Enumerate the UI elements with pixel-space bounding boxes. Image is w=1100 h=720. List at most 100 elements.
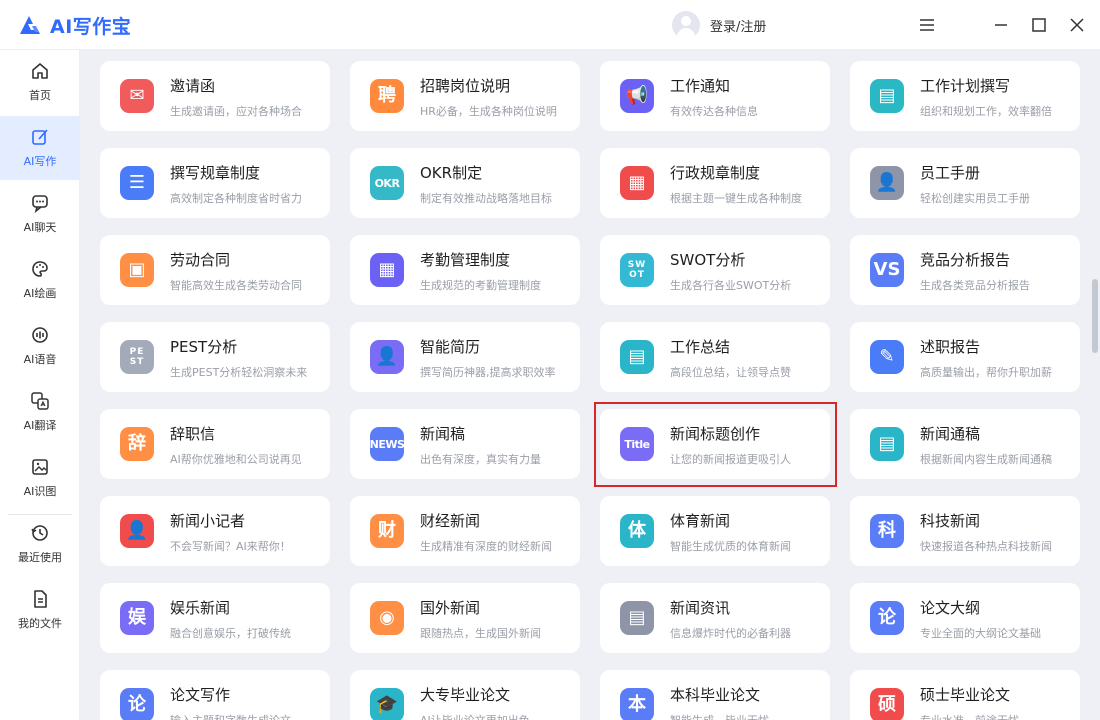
template-card[interactable]: 本 本科毕业论文智能生成，毕业无忧 [600,670,830,720]
nav-label: AI聊天 [23,221,57,234]
card-title: PEST分析 [170,338,238,356]
nav-item-ai-painting[interactable]: AI绘画 [0,248,80,312]
nav-item-ai-image[interactable]: AI识图 [0,446,80,510]
template-card[interactable]: 硕 硕士毕业论文专业水准，前途无忧 [850,670,1080,720]
template-card[interactable]: 👤 新闻小记者 不会写新闻？AI来帮你！ [100,496,330,566]
nav-item-ai-writing[interactable]: AI写作 [0,116,80,180]
card-description: 根据主题一键生成各种制度 [670,192,802,205]
app-logo: AI写作宝 [18,12,131,38]
icon-glyph: 财 [378,520,396,541]
translate-icon [31,392,49,410]
template-card[interactable]: 🎓 大专毕业论文 AI让毕业论文更加出色 [350,670,580,720]
template-card[interactable]: ▤ 新闻资讯 信息爆炸时代的必备利器 [600,583,830,653]
template-card[interactable]: ▤ 工作计划撰写 组织和规划工作，效率翻倍 [850,61,1080,131]
card-title: 行政规章制度 [670,164,761,182]
template-card[interactable]: ☰ 撰写规章制度 高效制定各种制度省时省力 [100,148,330,218]
template-card[interactable]: ▣ 劳动合同 智能高效生成各类劳动合同 [100,235,330,305]
card-title: 智能简历 [420,338,481,356]
nav-item-ai-voice[interactable]: AI语音 [0,314,80,378]
template-card[interactable]: ▦ 考勤管理制度 生成规范的考勤管理制度 [350,235,580,305]
template-card[interactable]: 体 体育新闻 智能生成优质的体育新闻 [600,496,830,566]
reporter-icon: 👤 [120,514,154,548]
card-description: AI让毕业论文更加出色 [420,712,572,720]
icon-glyph: Title [624,437,650,451]
template-card[interactable]: VS 竞品分析报告 生成各类竞品分析报告 [850,235,1080,305]
card-title: 新闻资讯 [670,599,731,617]
icon-glyph: 👤 [375,346,399,367]
info-icon: ▤ [620,601,654,635]
minimize-button[interactable] [989,13,1013,37]
template-card[interactable]: ▦ 行政规章制度根据主题一键生成各种制度 [600,148,830,218]
card-title: 工作总结 [670,338,731,356]
template-card[interactable]: ✎ 述职报告 高质量输出，帮你升职加薪 [850,322,1080,392]
template-card[interactable]: 辞 辞职信 AI帮你优雅地和公司说再见 [100,409,330,479]
nav-item-home[interactable]: 首页 [0,50,80,114]
template-card[interactable]: ▤ 工作总结 高段位总结，让领导点赞 [600,322,830,392]
entertainment-icon: 娱 [120,601,154,635]
card-description: 快速报道各种热点科技新闻 [920,540,1052,553]
scrollbar-thumb[interactable] [1092,279,1098,353]
card-description: 生成各行各业SWOT分析 [670,279,792,292]
template-card[interactable]: ✉ 邀请函 生成邀请函，应对各种场合 [100,61,330,131]
template-card[interactable]: 📢 工作通知 有效传达各种信息 [600,61,830,131]
close-button[interactable] [1065,13,1089,37]
template-card[interactable]: 财 财经新闻 生成精准有深度的财经新闻 [350,496,580,566]
card-description: 跟随热点，生成国外新闻 [420,627,541,640]
template-card[interactable]: PE ST PEST分析 生成PEST分析轻松洞察未来 [100,322,330,392]
card-title: 工作通知 [670,77,731,95]
card-title: 论文大纲 [920,599,981,617]
template-card[interactable]: Title 新闻标题创作 让您的新闻报道更吸引人 [600,409,830,479]
card-description: 生成邀请函，应对各种场合 [170,105,302,118]
scrollbar[interactable] [1090,51,1100,720]
icon-glyph: ✎ [879,346,895,367]
template-card[interactable]: 科 科技新闻 快速报道各种热点科技新闻 [850,496,1080,566]
maximize-button[interactable] [1027,13,1051,37]
card-description: HR必备，生成各种岗位说明 [420,105,557,118]
card-description: 有效传达各种信息 [670,105,758,118]
icon-glyph: ▤ [878,433,896,454]
icon-glyph: ✉ [129,85,145,106]
globe-icon: ◉ [370,601,404,635]
card-description: 融合创意娱乐，打破传统 [170,627,291,640]
nav-item-ai-translate[interactable]: AI翻译 [0,380,80,444]
card-description: 智能高效生成各类劳动合同 [170,279,302,292]
template-card[interactable]: 论 论文写作输入主题和字数生成论文 [100,670,330,720]
nav-item-my-files[interactable]: 我的文件 [0,578,80,642]
template-grid: ✉ 邀请函 生成邀请函，应对各种场合 聘 招聘岗位说明 HR必备，生成各种岗位说明 📢 工作通… [81,51,1088,720]
template-card[interactable]: ▤ 新闻通稿 根据新闻内容生成新闻通稿 [850,409,1080,479]
recruit-icon: 聘 [370,79,404,113]
template-card[interactable]: 论 论文大纲 专业全面的大纲论文基础 [850,583,1080,653]
nav-label: 首页 [29,89,51,102]
card-title: 工作计划撰写 [920,77,1011,95]
card-title: 劳动合同 [170,251,231,269]
icon-glyph: ▤ [628,346,646,367]
card-description: 高质量输出，帮你升职加薪 [920,366,1052,379]
outline-icon: 论 [870,601,904,635]
template-card[interactable]: 娱 娱乐新闻 融合创意娱乐，打破传统 [100,583,330,653]
admin-rules-icon: ▦ [620,166,654,200]
login-button[interactable]: 登录/注册 [672,10,766,40]
nav-label: AI绘画 [23,287,57,300]
card-description: 生成PEST分析轻松洞察未来 [170,366,308,379]
template-card[interactable]: 👤 员工手册 轻松创建实用员工手册 [850,148,1080,218]
template-card[interactable]: NEWS 新闻稿 出色有深度，真实有力量 [350,409,580,479]
template-card[interactable]: 👤 智能简历 撰写简历神器,提高求职效率 [350,322,580,392]
menu-button[interactable] [915,13,939,37]
card-description: 专业水准，前途无忧 [920,712,1072,720]
sports-icon: 体 [620,514,654,548]
card-description: 生成各类竞品分析报告 [920,279,1030,292]
sidebar: 首页 AI写作 AI聊天 AI绘画 AI语音 AI翻译 AI识图 最近使用 我的… [0,50,80,720]
card-title: 撰写规章制度 [170,164,261,182]
template-card[interactable]: SW OT SWOT分析生成各行各业SWOT分析 [600,235,830,305]
swot-icon: SW OT [620,253,654,287]
palette-icon [32,261,48,277]
nav-item-ai-chat[interactable]: AI聊天 [0,182,80,246]
card-title: 硕士毕业论文 [920,686,1011,704]
card-title: SWOT分析 [670,251,746,269]
template-card[interactable]: ◉ 国外新闻 跟随热点，生成国外新闻 [350,583,580,653]
nav-item-recent[interactable]: 最近使用 [0,512,80,576]
minimize-icon [995,24,1007,26]
template-card[interactable]: OKR OKR制定 制定有效推动战略落地目标 [350,148,580,218]
icon-glyph: VS [873,259,901,280]
template-card[interactable]: 聘 招聘岗位说明 HR必备，生成各种岗位说明 [350,61,580,131]
